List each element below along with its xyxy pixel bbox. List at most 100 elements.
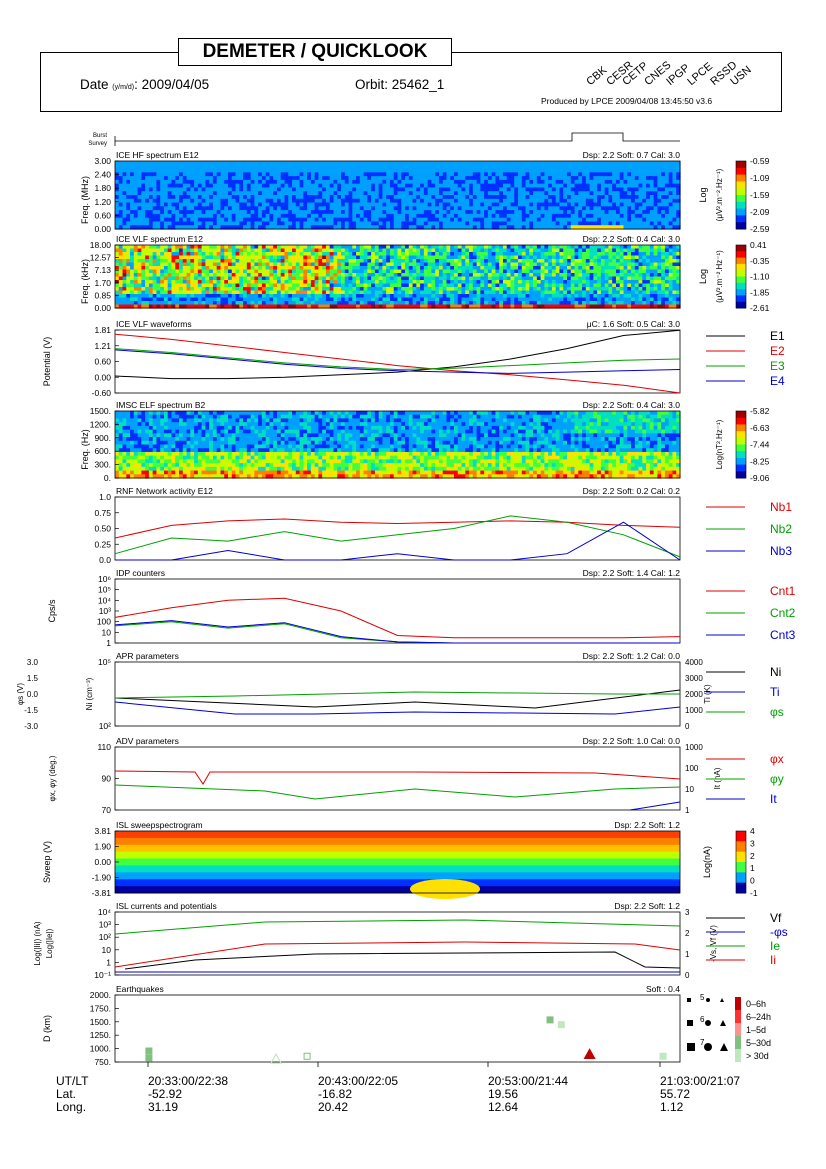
ice-vlf-cell xyxy=(216,262,222,267)
ice-vlf-cell xyxy=(118,297,124,302)
ice-vlf-cell xyxy=(386,255,391,260)
ice-vlf-cell xyxy=(276,276,282,281)
ice-vlf-cell xyxy=(469,252,474,257)
ice-hf-cell xyxy=(450,202,455,207)
ice-hf-cell xyxy=(276,183,282,189)
ice-hf-cell xyxy=(126,210,131,215)
ice-vlf-cell xyxy=(205,283,210,288)
ice-hf-cell xyxy=(325,195,331,200)
ice-hf-cell xyxy=(615,161,621,166)
ice-hf-cell xyxy=(600,206,606,211)
ice-vlf-cell xyxy=(160,290,165,295)
ice-vlf-cell xyxy=(280,273,286,278)
ice-vlf-cell xyxy=(416,266,421,271)
ice-hf-cell xyxy=(457,198,463,204)
ice-vlf-cell xyxy=(288,297,293,302)
ice-hf-cell xyxy=(461,176,466,181)
ice-hf-cell xyxy=(186,195,191,200)
ice-hf-cell xyxy=(389,176,395,181)
ice-vlf-cell xyxy=(548,287,553,292)
ice-hf-cell xyxy=(668,217,674,223)
ice-vlf-cell xyxy=(420,255,425,260)
ice-hf-cell xyxy=(228,195,233,200)
ice-hf-cell xyxy=(438,168,444,173)
ice-vlf-cell xyxy=(126,294,131,299)
ice-hf-cell xyxy=(574,179,579,185)
ice-hf-cell xyxy=(261,213,267,219)
ice-hf-cell xyxy=(476,183,481,189)
ice-hf-cell xyxy=(250,221,255,226)
ice-vlf-cell xyxy=(536,248,542,253)
ice-hf-cell xyxy=(412,198,417,204)
ice-vlf-cell xyxy=(491,252,497,257)
ice-vlf-cell xyxy=(152,245,158,250)
ice-vlf-cell xyxy=(510,245,515,250)
ice-hf-cell xyxy=(427,191,432,196)
ice-hf-cell xyxy=(371,202,376,207)
ice-hf-ytick-label: 0.60 xyxy=(94,210,111,220)
ice-hf-cell xyxy=(295,206,301,211)
ice-hf-cell xyxy=(160,168,165,173)
ice-vlf-cell xyxy=(280,245,286,250)
ice-hf-cell xyxy=(615,217,621,223)
ice-hf-cell xyxy=(145,210,150,215)
ice-hf-cell xyxy=(182,198,188,204)
ice-vlf-cell xyxy=(431,248,436,253)
ice-vlf-cell xyxy=(333,248,338,253)
ice-hf-cell xyxy=(329,213,335,219)
ice-vlf-cell xyxy=(525,248,530,253)
ice-vlf-cell xyxy=(551,280,557,285)
ice-vlf-cell xyxy=(171,280,176,285)
ice-vlf-cell xyxy=(423,297,429,302)
ice-hf-cell xyxy=(454,172,459,177)
ice-hf-cell xyxy=(393,161,399,166)
ice-hf-cell xyxy=(653,221,658,226)
ice-vlf-cell xyxy=(374,280,380,285)
ice-hf-cell xyxy=(533,179,538,185)
ice-vlf-cell xyxy=(314,301,319,306)
ice-hf-cell xyxy=(578,198,583,204)
ice-hf-cell xyxy=(416,191,421,196)
ice-hf-cell xyxy=(205,172,210,177)
ice-hf-cell xyxy=(585,187,591,192)
ice-vlf-cell xyxy=(431,252,436,257)
ice-hf-cell xyxy=(672,176,677,181)
ice-hf-cell xyxy=(408,172,414,177)
ice-vlf-cell xyxy=(292,255,297,260)
ice-vlf-cell xyxy=(130,262,135,267)
ice-hf-cell xyxy=(435,206,440,211)
ice-hf-cell xyxy=(269,183,274,189)
ice-hf-cell xyxy=(499,183,504,189)
ice-hf-cell xyxy=(288,179,293,185)
ice-hf-cell xyxy=(446,202,451,207)
ice-hf-cell xyxy=(401,206,406,211)
ice-vlf-cell xyxy=(563,283,568,288)
ice-hf-cell xyxy=(661,221,666,226)
ice-hf-cell xyxy=(292,176,297,181)
ice-hf-cell xyxy=(653,179,658,185)
ice-vlf-cell xyxy=(487,283,493,288)
ice-vlf-cell xyxy=(276,287,282,292)
ice-hf-cell xyxy=(341,183,346,189)
ice-vlf-cell xyxy=(518,245,523,250)
ice-hf-cell xyxy=(646,183,651,189)
ice-hf-cell xyxy=(194,195,199,200)
ice-hf-cell xyxy=(371,168,376,173)
ice-hf-cell xyxy=(585,217,591,223)
ice-vlf-cell xyxy=(506,245,512,250)
ice-vlf-cell xyxy=(438,276,444,281)
ice-vlf-cell xyxy=(356,259,361,264)
ice-hf-cell xyxy=(555,210,561,215)
ice-vlf-cell xyxy=(115,248,120,253)
ice-hf-cell xyxy=(408,206,414,211)
ice-hf-cell xyxy=(220,164,225,170)
ice-hf-cell xyxy=(555,195,561,200)
ice-hf-cell xyxy=(258,172,263,177)
ice-vlf-cell xyxy=(126,245,131,250)
ice-vlf-cell xyxy=(435,245,440,250)
ice-hf-cell xyxy=(175,213,180,219)
ice-hf-cell xyxy=(152,213,158,219)
ice-hf-cell xyxy=(423,187,429,192)
ice-vlf-cell xyxy=(570,297,576,302)
ice-hf-cell xyxy=(536,187,542,192)
